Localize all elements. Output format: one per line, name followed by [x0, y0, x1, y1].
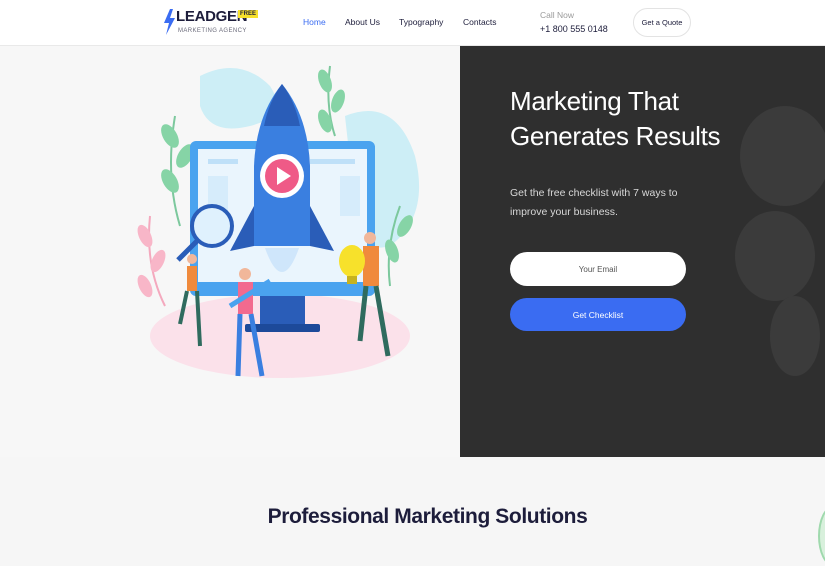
- get-checklist-button[interactable]: Get Checklist: [510, 298, 686, 331]
- nav-item-contacts[interactable]: Contacts: [463, 17, 497, 27]
- nav-item-typography[interactable]: Typography: [399, 17, 443, 27]
- hero-illustration-panel: [0, 46, 460, 457]
- nav-item-home[interactable]: Home: [303, 17, 326, 27]
- section-title: Professional Marketing Solutions: [267, 505, 588, 528]
- get-a-quote-button[interactable]: Get a Quote: [633, 8, 691, 37]
- phone-number-link[interactable]: +1 800 555 0148: [540, 24, 608, 34]
- hero-panel: Marketing That Generates Results Get the…: [460, 46, 825, 457]
- brand-logo[interactable]: LEADGEN FREE MARKETING AGENCY: [164, 8, 264, 38]
- call-now-label: Call Now: [540, 10, 575, 20]
- brand-name: LEADGEN: [176, 8, 248, 25]
- nav-item-about-us[interactable]: About Us: [345, 17, 380, 27]
- brand-badge: FREE: [238, 10, 259, 18]
- email-field[interactable]: [510, 252, 686, 286]
- solutions-section: Professional Marketing Solutions: [0, 457, 825, 566]
- hero-subtitle: Get the free checklist with 7 ways to im…: [510, 187, 678, 218]
- rocket-launch-illustration: [137, 65, 420, 378]
- hero-title: Marketing That Generates Results: [510, 86, 721, 151]
- site-header: LEADGEN FREE MARKETING AGENCY Home About…: [0, 0, 825, 46]
- brand-tagline: MARKETING AGENCY: [178, 28, 247, 34]
- lightning-bolt-icon: [164, 9, 175, 35]
